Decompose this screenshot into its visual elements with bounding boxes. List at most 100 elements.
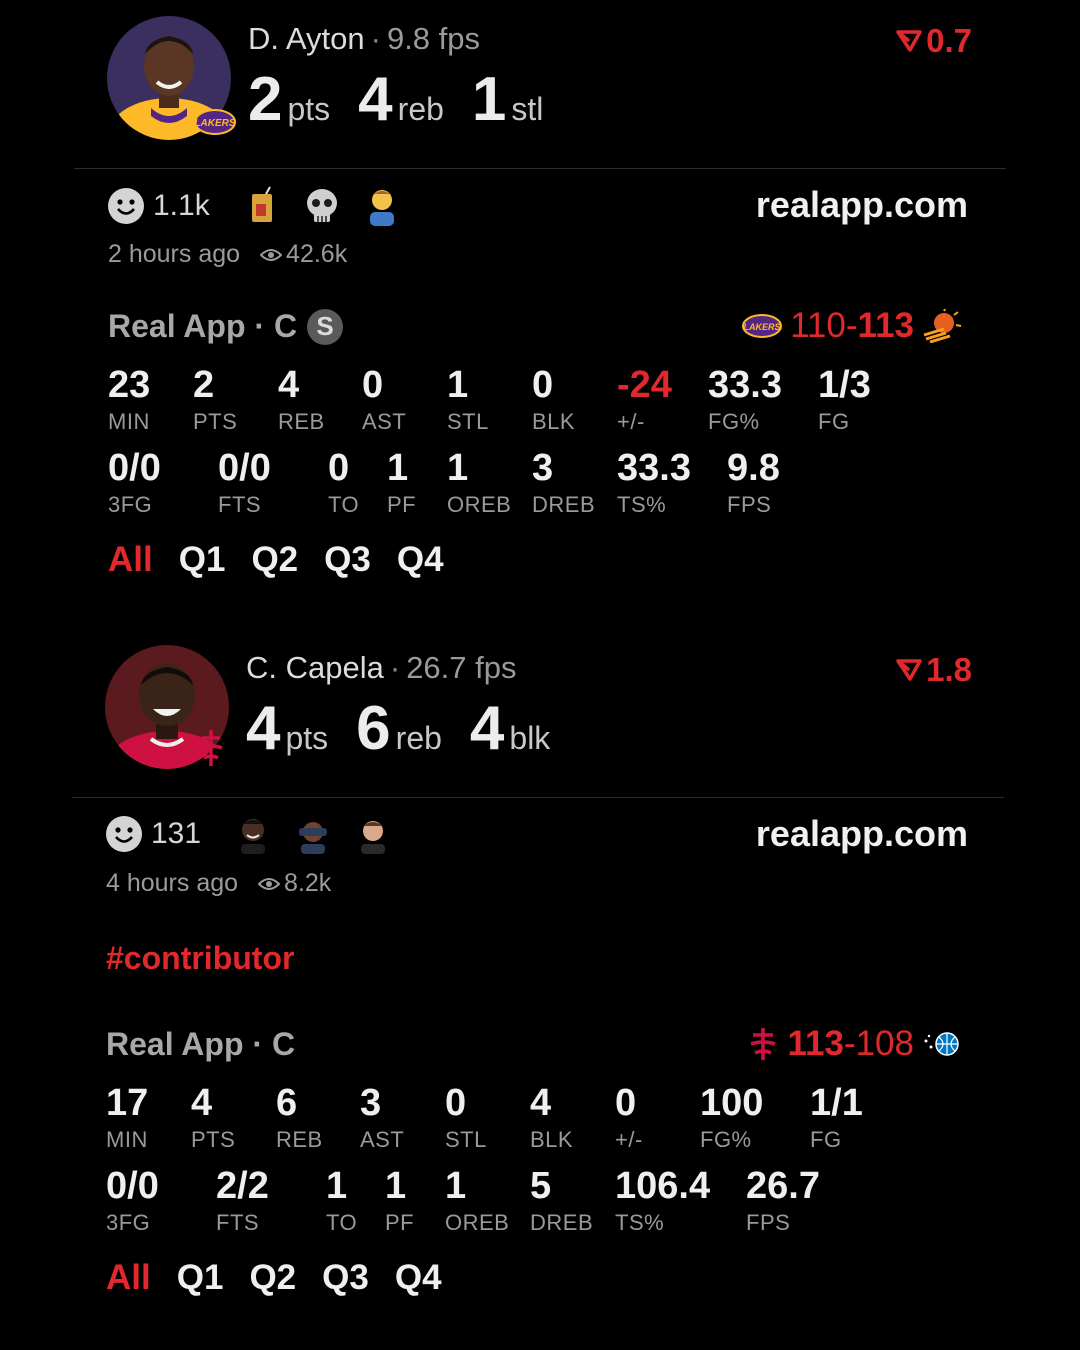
smiley-icon[interactable] [107, 187, 145, 225]
delta-value: 0.7 [926, 22, 972, 59]
stat-value: 0 [445, 1082, 467, 1124]
stat-cell: 106.4 TS% [615, 1165, 710, 1236]
user-avatar-3[interactable] [355, 814, 391, 854]
suns-logo [923, 309, 962, 343]
stat-cell: 2 PTS [193, 364, 237, 435]
divider [74, 168, 1006, 169]
stat-label: AST [360, 1127, 405, 1152]
headline-unit: pts [287, 91, 331, 127]
facepalm-emoji[interactable] [364, 186, 400, 226]
juice-box-emoji[interactable] [244, 186, 280, 226]
stat-cell: 1 TO [326, 1165, 357, 1236]
stat-label: FG% [700, 1127, 752, 1152]
stat-cell: 1 PF [387, 447, 416, 518]
stat-label: FPS [727, 492, 772, 517]
fps-delta[interactable]: 0.7 [896, 22, 972, 60]
tab-q3[interactable]: Q3 [324, 540, 371, 580]
post-time: 2 hours ago [108, 240, 241, 268]
stat-label: PTS [191, 1127, 236, 1152]
site-link[interactable]: realapp.com [756, 813, 968, 855]
stat-value: 4 [278, 364, 300, 406]
headline-unit: reb [395, 720, 442, 756]
score-left: 113 [787, 1024, 844, 1063]
stat-label: MIN [106, 1127, 148, 1152]
stat-cell: 3 DREB [532, 447, 595, 518]
site-link[interactable]: realapp.com [756, 184, 968, 226]
fps-delta[interactable]: 1.8 [896, 651, 972, 689]
stat-cell: 4 BLK [530, 1082, 573, 1153]
stat-value: 100 [700, 1082, 764, 1124]
stat-label: FPS [746, 1210, 791, 1235]
stat-value: 0/0 [218, 447, 271, 489]
stat-label: 3FG [106, 1210, 151, 1235]
quarter-tabs: All Q1 Q2 Q3 Q4 [108, 540, 470, 580]
stat-value: 3 [360, 1082, 382, 1124]
stat-value: 0 [615, 1082, 637, 1124]
tab-q1[interactable]: Q1 [177, 1258, 224, 1298]
stat-value: 17 [106, 1082, 149, 1124]
smiley-icon[interactable] [105, 815, 143, 853]
player-fps: 9.8 fps [386, 21, 481, 56]
tab-all[interactable]: All [106, 1258, 151, 1298]
svg-text:LAKERS: LAKERS [744, 322, 781, 332]
player-name[interactable]: C. Capela [246, 650, 384, 685]
stat-cell: -24 +/- [617, 364, 672, 435]
stat-cell: 1 STL [447, 364, 489, 435]
stat-label: FG% [708, 409, 760, 434]
player-fps: 26.7 fps [406, 650, 517, 685]
tab-q4[interactable]: Q4 [397, 540, 444, 580]
stat-label: REB [276, 1127, 323, 1152]
game-score[interactable]: LAKERS 110-113 [734, 306, 970, 346]
stat-value: 0 [328, 447, 350, 489]
divider [72, 797, 1004, 798]
post-time: 4 hours ago [106, 869, 239, 897]
trend-down-icon [896, 30, 922, 52]
stat-value: 1 [447, 447, 469, 489]
stat-value: 1 [326, 1165, 348, 1207]
stat-label: FG [818, 409, 850, 434]
stat-label: BLK [532, 409, 576, 434]
stat-label: TS% [617, 492, 667, 517]
stat-value: 0 [362, 364, 384, 406]
user-avatar-1[interactable] [235, 814, 271, 854]
tab-q3[interactable]: Q3 [322, 1258, 369, 1298]
stat-label: +/- [617, 409, 645, 434]
stat-label: TO [328, 492, 360, 517]
source-line: Real App · C [106, 1026, 295, 1063]
hashtag-link[interactable]: #contributor [106, 940, 294, 977]
stat-label: DREB [532, 492, 596, 517]
stat-value: 1 [385, 1165, 407, 1207]
stat-cell: 0 TO [328, 447, 359, 518]
headline-unit: pts [285, 720, 329, 756]
user-avatar-2[interactable] [295, 814, 331, 854]
skull-emoji[interactable] [304, 186, 340, 226]
tab-q2[interactable]: Q2 [249, 1258, 296, 1298]
tab-q2[interactable]: Q2 [251, 540, 298, 580]
tab-q4[interactable]: Q4 [395, 1258, 442, 1298]
reactions-bar[interactable]: 131 [105, 814, 415, 854]
player-name-line[interactable]: C. Capela · 26.7 fps [246, 650, 517, 686]
reactions-bar[interactable]: 1.1k [107, 186, 424, 226]
player-name-line[interactable]: D. Ayton · 9.8 fps [248, 21, 480, 57]
reaction-count[interactable]: 131 [151, 817, 201, 851]
stat-value: 2 [193, 364, 215, 406]
headline-value: 6 [356, 694, 390, 763]
headline-value: 4 [246, 694, 280, 763]
stat-value: 0/0 [108, 447, 161, 489]
stat-label: MIN [108, 409, 150, 434]
reaction-count[interactable]: 1.1k [153, 189, 210, 223]
game-score[interactable]: 113-108 [739, 1024, 970, 1064]
source-label: Real App · C [106, 1026, 296, 1062]
player-name[interactable]: D. Ayton [248, 21, 365, 56]
view-count: 42.6k [286, 240, 348, 268]
tab-all[interactable]: All [108, 540, 153, 580]
stat-cell: 0 AST [362, 364, 406, 435]
headline-value: 4 [358, 65, 392, 134]
stat-value: 1/1 [810, 1082, 863, 1124]
source-label: Real App · C [108, 308, 298, 344]
stat-cell: 1/3 FG [818, 364, 871, 435]
tab-q1[interactable]: Q1 [179, 540, 226, 580]
stat-cell: 9.8 FPS [727, 447, 780, 518]
headline-value: 4 [469, 694, 504, 763]
stat-label: REB [278, 409, 325, 434]
